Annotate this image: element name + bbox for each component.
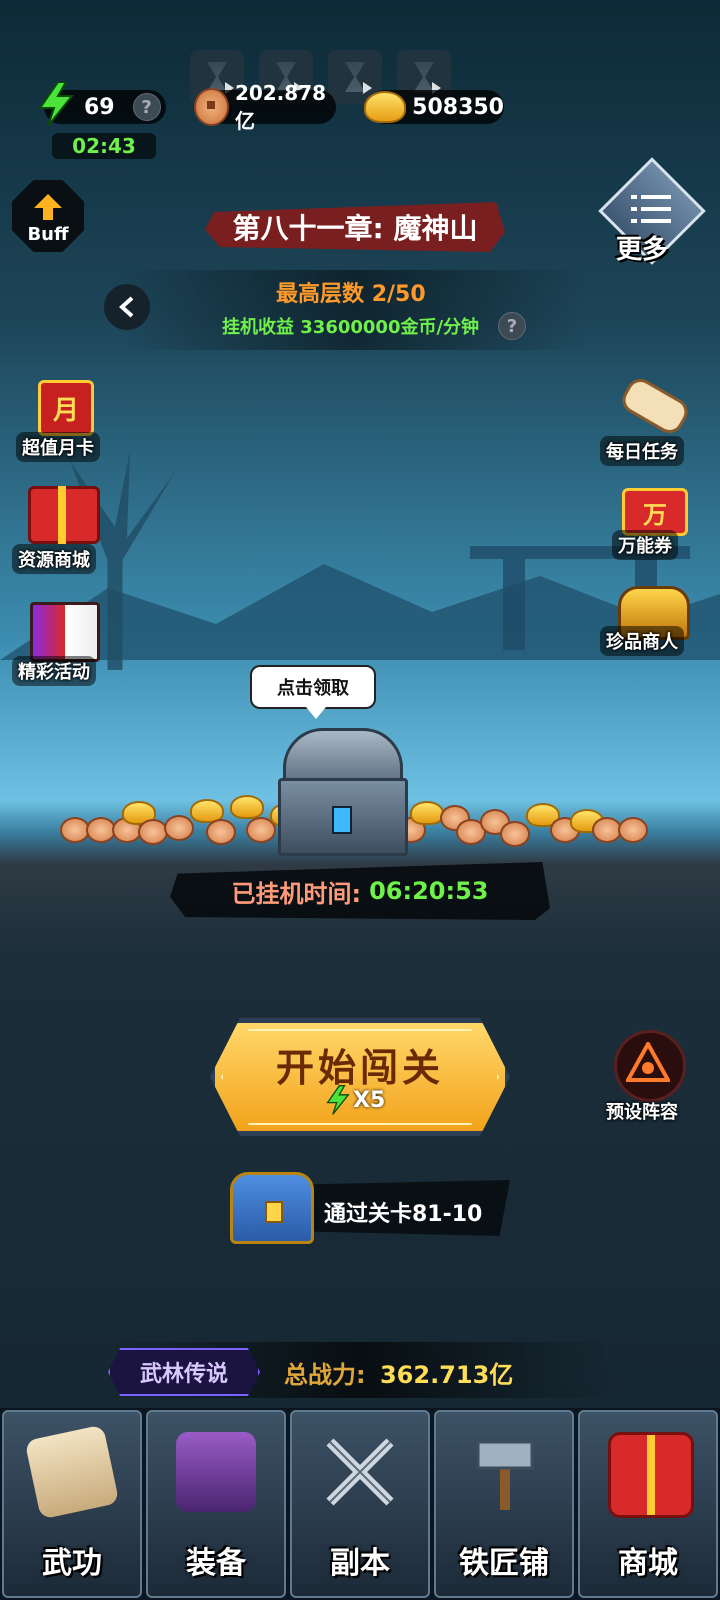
chevron-left-icon	[119, 296, 134, 318]
formation-button[interactable]: 预设阵容	[600, 1030, 700, 1124]
daily-tasks-label: 每日任务	[600, 436, 684, 466]
idle-income-label: 挂机收益	[222, 317, 294, 338]
daily-tasks-button[interactable]: 每日任务	[600, 373, 710, 466]
scroll-icon	[24, 1424, 120, 1520]
crossed-swords-icon	[326, 1438, 394, 1506]
max-floor-value: 2/50	[371, 282, 426, 307]
nav-shop-label: 商城	[618, 1546, 678, 1581]
gem-icon	[332, 806, 352, 834]
voucher-icon: 万	[622, 488, 688, 536]
nav-blacksmith[interactable]: 铁匠铺	[434, 1410, 574, 1598]
gift-box-icon	[608, 1432, 694, 1518]
income-help-icon[interactable]: ?	[498, 312, 526, 340]
treasure-merchant-label: 珍品商人	[600, 626, 684, 656]
lightning-icon	[326, 1085, 350, 1115]
arrow-up-icon	[34, 194, 62, 220]
hammer-icon	[476, 1440, 534, 1510]
buff-label: Buff	[27, 224, 69, 245]
start-cost: X5	[325, 1085, 385, 1115]
play-icon	[363, 82, 372, 94]
energy-help-icon[interactable]: ?	[132, 93, 161, 121]
bottom-nav: 武功 装备 副本 铁匠铺 商城	[0, 1408, 720, 1600]
monthly-card-button[interactable]: 月 超值月卡	[10, 380, 110, 462]
nav-dungeon[interactable]: 副本	[290, 1410, 430, 1598]
back-button[interactable]	[104, 284, 150, 330]
events-button[interactable]: 精彩活动	[10, 600, 110, 686]
idle-income-value: 33600000金币/分钟	[300, 317, 480, 338]
max-floor: 最高层数 2/50	[276, 276, 426, 308]
hourglass-icon	[345, 62, 365, 92]
copper-value: 202.878亿	[234, 80, 327, 133]
voucher-button[interactable]: 万 万能券	[606, 486, 706, 566]
voucher-label: 万能券	[612, 530, 678, 560]
resource-shop-label: 资源商城	[12, 544, 96, 574]
resource-shop-button[interactable]: 资源商城	[10, 482, 110, 574]
pass-reward[interactable]: 通过关卡81-10	[230, 1172, 530, 1244]
start-cost-value: X5	[353, 1087, 386, 1113]
nav-equipment-label: 装备	[186, 1546, 246, 1581]
hourglass-icon	[414, 62, 434, 92]
energy-value: 69	[84, 94, 115, 120]
scroll-icon	[617, 373, 693, 439]
gold-value: 508350	[412, 94, 504, 120]
chapter-title: 第八十一章: 魔神山	[205, 202, 505, 252]
formation-label: 预设阵容	[606, 1102, 678, 1123]
events-label: 精彩活动	[12, 656, 96, 686]
nav-martial-arts-label: 武功	[42, 1546, 102, 1581]
total-power: 总战力: 362.713亿	[284, 1355, 513, 1390]
treasure-merchant-button[interactable]: 珍品商人	[600, 584, 710, 666]
treasure-chest[interactable]	[278, 728, 408, 856]
total-power-value: 362.713亿	[379, 1361, 514, 1389]
claim-bubble[interactable]: 点击领取	[250, 665, 376, 719]
nav-shop[interactable]: 商城	[578, 1410, 718, 1598]
buff-button[interactable]: Buff	[12, 180, 84, 252]
book-icon	[30, 602, 100, 662]
more-button[interactable]: 更多	[598, 157, 706, 265]
start-challenge-button[interactable]: 开始闯关 X5	[210, 1018, 510, 1136]
lightning-icon	[38, 82, 75, 126]
more-label: 更多	[616, 235, 669, 265]
energy-timer: 02:43	[52, 133, 156, 159]
pass-reward-label: 通过关卡81-10	[324, 1202, 483, 1227]
nav-blacksmith-label: 铁匠铺	[459, 1546, 549, 1581]
total-power-label: 总战力:	[284, 1361, 366, 1389]
gold-bar[interactable]: 508350	[364, 90, 504, 124]
nav-dungeon-label: 副本	[330, 1546, 390, 1581]
monthly-card-label: 超值月卡	[16, 432, 100, 462]
copper-coin-icon	[194, 88, 229, 126]
nav-equipment[interactable]: 装备	[146, 1410, 286, 1598]
reward-chest-icon	[230, 1172, 314, 1244]
idle-time-banner: 已挂机时间: 06:20:53	[170, 862, 550, 920]
copper-bar[interactable]: 202.878亿	[194, 81, 336, 133]
menu-icon	[631, 195, 671, 223]
gold-ingot-icon	[364, 91, 407, 123]
energy-bar[interactable]: 69 ?	[38, 82, 166, 126]
nav-martial-arts[interactable]: 武功	[2, 1410, 142, 1598]
idle-income: 挂机收益 33600000金币/分钟	[222, 313, 479, 339]
start-label: 开始闯关	[275, 1046, 444, 1090]
idle-time-label: 已挂机时间:	[231, 879, 362, 908]
triangle-icon	[626, 1042, 670, 1082]
idle-time-value: 06:20:53	[369, 877, 489, 905]
monthly-card-icon: 月	[38, 380, 94, 436]
rank-badge[interactable]: 武林传说	[108, 1348, 260, 1396]
max-floor-label: 最高层数	[276, 282, 365, 307]
armor-icon	[176, 1432, 256, 1512]
